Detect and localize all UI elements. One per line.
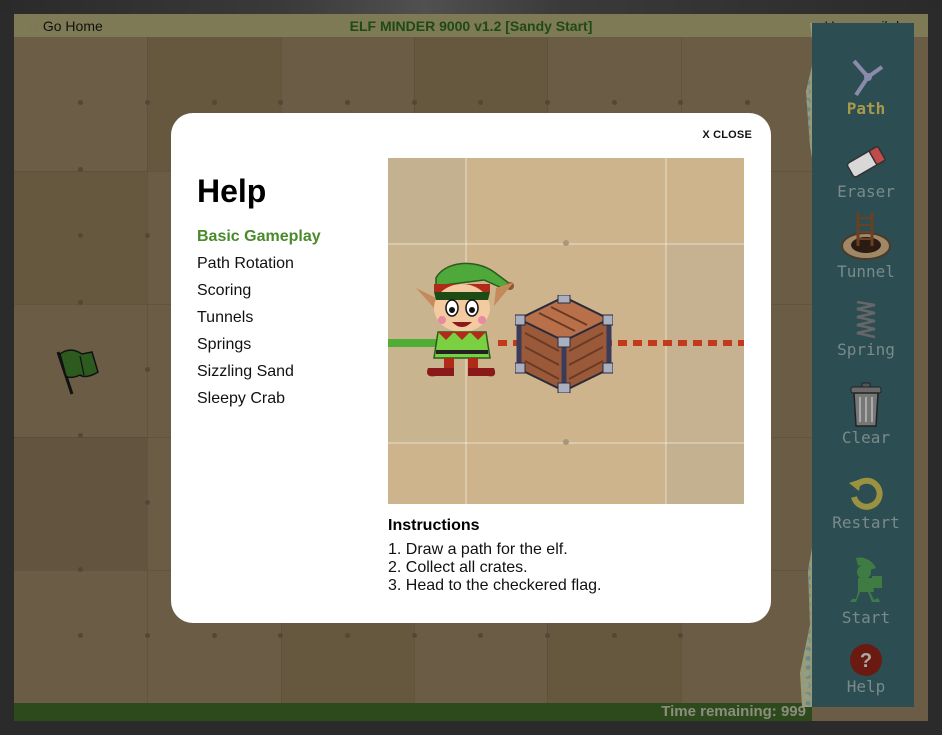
grid-dot — [545, 100, 550, 105]
help-topic-path-rotation[interactable]: Path Rotation — [197, 255, 321, 282]
tool-restart-label: Restart — [832, 513, 900, 532]
tool-tunnel-label: Tunnel — [837, 262, 895, 281]
tool-spring[interactable]: Spring — [820, 298, 912, 359]
preview-grid-dot — [563, 439, 569, 445]
preview-tile — [388, 158, 465, 243]
preview-tile — [666, 443, 744, 504]
help-topic-sizzling-sand[interactable]: Sizzling Sand — [197, 363, 321, 390]
go-home-label: Go Home — [42, 17, 103, 34]
help-topic-scoring[interactable]: Scoring — [197, 282, 321, 309]
tool-start[interactable]: Start — [820, 556, 912, 627]
grid-dot — [145, 100, 150, 105]
grid-dot — [278, 100, 283, 105]
tool-clear-label: Clear — [841, 428, 891, 447]
preview-grid-line — [665, 158, 667, 504]
grid-dot — [145, 233, 150, 238]
grid-dot — [478, 633, 483, 638]
green-flag-icon[interactable] — [54, 342, 110, 398]
help-preview-animation — [388, 158, 744, 504]
grid-dot — [145, 500, 150, 505]
desktop-background — [0, 0, 942, 14]
tool-help[interactable]: ? Help — [820, 643, 912, 696]
help-topic-springs[interactable]: Springs — [197, 336, 321, 363]
help-title: Help — [197, 173, 267, 209]
grid-dot — [678, 100, 683, 105]
grid-dot — [678, 633, 683, 638]
preview-grid-dot — [563, 240, 569, 246]
grid-dot — [78, 167, 83, 172]
grid-dot — [78, 100, 83, 105]
grid-dot — [478, 100, 483, 105]
help-topic-sleepy-crab[interactable]: Sleepy Crab — [197, 390, 321, 417]
tool-spring-label: Spring — [837, 340, 895, 359]
tool-eraser[interactable]: Eraser — [820, 140, 912, 201]
path-junction-icon — [852, 59, 884, 97]
time-remaining: Time remaining: 999 — [14, 703, 812, 721]
grid-dot — [78, 567, 83, 572]
grid-dot — [345, 633, 350, 638]
spring-icon — [856, 300, 876, 339]
tool-start-label: Start — [841, 608, 891, 627]
tool-clear[interactable]: Clear — [820, 382, 912, 447]
instructions-title: Instructions — [388, 517, 480, 534]
close-button[interactable]: X CLOSE — [702, 129, 752, 141]
grid-dot — [612, 633, 617, 638]
tunnel-ladder-icon — [841, 212, 891, 260]
tool-help-label: Help — [846, 677, 886, 696]
grid-dot — [145, 367, 150, 372]
elf-icon — [416, 262, 514, 377]
grid-dot — [545, 633, 550, 638]
svg-text:?: ? — [860, 650, 872, 672]
grid-dot — [212, 100, 217, 105]
help-topic-basic-gameplay[interactable]: Basic Gameplay — [197, 228, 321, 255]
instructions-list: 1. Draw a path for the elf. 2. Collect a… — [388, 541, 601, 595]
board-tile — [14, 437, 147, 570]
grid-dot — [78, 300, 83, 305]
game-title: ELF MINDER 9000 v1.2 [Sandy Start] — [349, 17, 593, 34]
grid-dot — [745, 100, 750, 105]
tool-path[interactable]: Path — [820, 57, 912, 118]
restart-icon — [849, 477, 883, 510]
elf-walking-icon — [850, 557, 882, 602]
instruction-step: 3. Head to the checkered flag. — [388, 577, 602, 594]
help-topic-list: Basic Gameplay Path Rotation Scoring Tun… — [197, 228, 321, 417]
grid-dot — [212, 633, 217, 638]
grid-dot — [278, 633, 283, 638]
tool-eraser-label: Eraser — [837, 182, 895, 201]
go-home-link[interactable]: ⌂ Go Home — [14, 18, 103, 34]
question-icon: ? — [850, 644, 882, 676]
grid-dot — [345, 100, 350, 105]
instruction-step: 1. Draw a path for the elf. — [388, 541, 568, 558]
grid-dot — [78, 433, 83, 438]
help-modal: X CLOSE Help Basic Gameplay Path Rotatio… — [171, 113, 771, 623]
grid-dot — [412, 633, 417, 638]
crate-icon — [515, 295, 613, 393]
tool-tunnel[interactable]: Tunnel — [820, 208, 912, 281]
tool-path-label: Path — [846, 99, 886, 118]
eraser-icon — [846, 146, 886, 178]
grid-dot — [412, 100, 417, 105]
instruction-step: 2. Collect all crates. — [388, 559, 528, 576]
grid-dot — [612, 100, 617, 105]
trash-can-icon — [850, 382, 882, 427]
grid-dot — [78, 633, 83, 638]
top-bar: ⌂ Go Home ELF MINDER 9000 v1.2 [Sandy St… — [14, 14, 928, 37]
help-topic-tunnels[interactable]: Tunnels — [197, 309, 321, 336]
grid-dot — [145, 633, 150, 638]
house-icon: ⌂ — [30, 18, 38, 33]
grid-dot — [78, 233, 83, 238]
tool-restart[interactable]: Restart — [820, 475, 912, 532]
